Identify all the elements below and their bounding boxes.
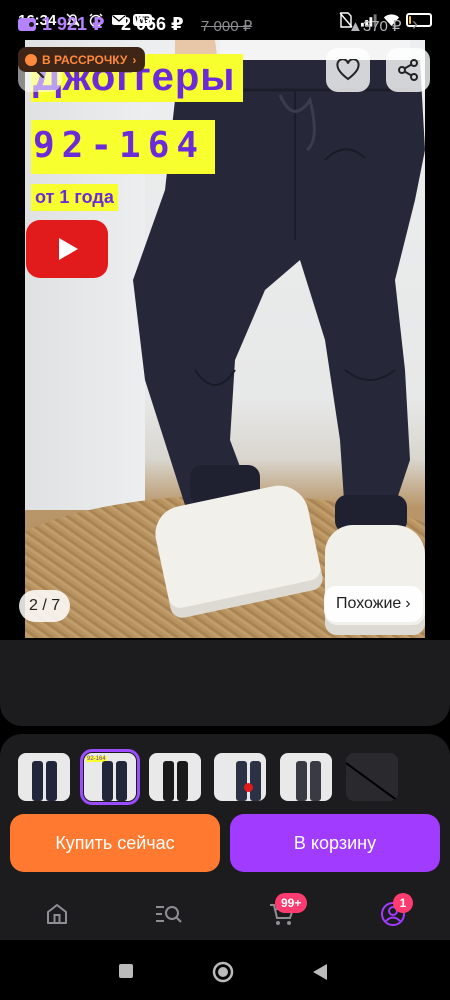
thumb-leg <box>236 761 247 801</box>
current-price: 2 066 ₽ <box>121 14 184 34</box>
battery-icon: 9 <box>406 13 432 27</box>
thumb-diagonal <box>346 762 398 801</box>
thumb-leg <box>163 761 174 801</box>
similar-label: Похожие <box>336 595 402 612</box>
installment-pie-icon <box>25 53 37 66</box>
recents-button[interactable] <box>118 963 134 979</box>
home-system-button[interactable] <box>212 961 234 983</box>
thumbnail-2[interactable]: 92-164 <box>80 749 140 805</box>
installment-label: В РАССРОЧКУ <box>42 52 128 67</box>
thumbnail-5[interactable] <box>280 753 332 801</box>
add-to-cart-button[interactable]: В корзину <box>230 814 440 872</box>
thumb-leg <box>310 761 321 801</box>
thumbnail-6[interactable] <box>346 753 398 801</box>
heart-icon <box>336 59 360 81</box>
price-panel <box>0 640 450 726</box>
price-difference[interactable]: ▲370 ₽ <box>348 17 402 35</box>
thumb-leg <box>102 761 113 801</box>
wallet-price[interactable]: 1 921 ₽ <box>18 14 105 35</box>
share-icon <box>398 59 418 81</box>
wallet-icon <box>18 18 36 31</box>
nav-home[interactable] <box>41 898 73 930</box>
thumbnail-4[interactable] <box>214 753 266 801</box>
thumb-leg <box>32 761 43 801</box>
thumb-leg <box>296 761 307 801</box>
triangle-back-icon <box>313 964 327 980</box>
installment-chevron-icon: › <box>132 52 137 67</box>
thumb-leg <box>250 761 261 801</box>
buy-now-button[interactable]: Купить сейчас <box>10 814 220 872</box>
thumb-leg <box>177 761 188 801</box>
installment-button[interactable]: В РАССРОЧКУ › <box>18 47 146 72</box>
nav-catalog[interactable] <box>152 898 184 930</box>
wallet-price-value: 1 921 ₽ <box>42 14 105 34</box>
image-counter: 2 / 7 <box>19 590 71 622</box>
price-chevron-icon[interactable]: › <box>412 14 418 35</box>
battery-fill <box>409 16 411 24</box>
overlay-size-range: 92-164 <box>31 120 216 174</box>
thumbnail-1[interactable] <box>18 753 70 801</box>
share-button[interactable] <box>386 48 430 92</box>
similar-button[interactable]: Похожие › <box>324 586 423 622</box>
back-system-button[interactable] <box>312 963 328 981</box>
catalog-search-icon <box>156 906 182 923</box>
overlay-age: от 1 года <box>31 184 118 211</box>
thumbnail-3[interactable] <box>149 753 201 801</box>
thumb-leg <box>116 761 127 801</box>
square-icon <box>119 964 133 978</box>
favorite-button[interactable] <box>326 48 370 92</box>
home-icon <box>47 904 67 924</box>
old-price: 7 000 ₽ <box>201 18 253 35</box>
circle-icon <box>212 961 234 983</box>
chevron-right-icon: › <box>405 595 411 612</box>
thumb-leg <box>46 761 57 801</box>
video-play-button[interactable] <box>26 220 108 278</box>
profile-badge: 1 <box>393 893 413 913</box>
thumb-red-dot <box>244 783 253 792</box>
play-icon <box>59 238 78 260</box>
cart-count-badge: 99+ <box>275 893 308 913</box>
